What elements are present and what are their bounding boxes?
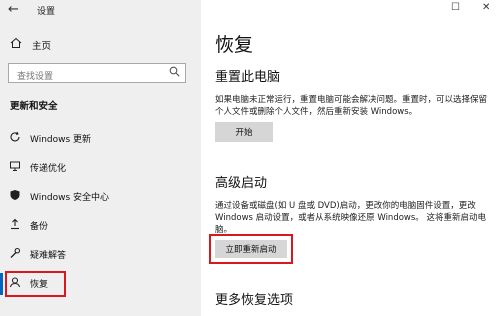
troubleshoot-icon bbox=[8, 247, 22, 262]
backup-icon bbox=[8, 218, 22, 233]
sidebar-item-recovery[interactable]: 恢复 bbox=[0, 269, 201, 298]
sidebar-item-home[interactable]: 主页 bbox=[10, 37, 51, 52]
sidebar-nav: Windows 更新 传递优化 Windows 安全中心 备份 疑难解答 恢复 bbox=[0, 124, 201, 298]
delivery-optimization-icon bbox=[8, 160, 22, 175]
active-indicator bbox=[0, 273, 3, 295]
close-icon[interactable]: ✕ bbox=[482, 2, 490, 13]
windows-security-icon bbox=[8, 189, 22, 204]
sidebar: ← 设置 主页 更新和安全 Windows 更新 传递优化 bbox=[0, 0, 201, 316]
sidebar-item-label: 主页 bbox=[32, 40, 52, 52]
sidebar-item-label: 传递优化 bbox=[30, 164, 67, 174]
window-title: 设置 bbox=[37, 7, 56, 17]
reset-heading: 重置此电脑 bbox=[215, 70, 281, 85]
sidebar-item-windows-update[interactable]: Windows 更新 bbox=[0, 124, 201, 153]
advanced-startup-heading: 高级启动 bbox=[215, 176, 268, 191]
sidebar-item-label: 备份 bbox=[30, 222, 49, 232]
sidebar-item-windows-security[interactable]: Windows 安全中心 bbox=[0, 182, 201, 211]
advanced-startup-description: 通过设备或磁盘(如 U 盘或 DVD)启动，更改你的电脑固件设置，更改 Wind… bbox=[215, 201, 486, 235]
highlight-box bbox=[5, 271, 66, 297]
reset-description: 如果电脑未正常运行，重置电脑可能会解决问题。重置时，可以选择保留个人文件或删除个… bbox=[215, 95, 488, 117]
search-icon[interactable] bbox=[169, 66, 180, 80]
sidebar-item-label: Windows 安全中心 bbox=[30, 193, 110, 203]
search-input[interactable] bbox=[15, 71, 169, 83]
sidebar-item-label: 疑难解答 bbox=[30, 251, 67, 261]
sidebar-item-label: Windows 更新 bbox=[30, 135, 92, 145]
maximize-icon[interactable]: ☐ bbox=[451, 2, 460, 13]
home-icon bbox=[10, 37, 22, 52]
highlight-box bbox=[209, 234, 293, 264]
page-title: 恢复 bbox=[215, 34, 254, 56]
section-title: 更新和安全 bbox=[10, 101, 58, 112]
windows-update-icon bbox=[8, 131, 22, 146]
sidebar-item-backup[interactable]: 备份 bbox=[0, 211, 201, 240]
sidebar-item-troubleshoot[interactable]: 疑难解答 bbox=[0, 240, 201, 269]
back-arrow-icon[interactable]: ← bbox=[8, 2, 19, 17]
sidebar-item-delivery-optimization[interactable]: 传递优化 bbox=[0, 153, 201, 182]
reset-start-button[interactable]: 开始 bbox=[215, 122, 273, 142]
main-content: 恢复 重置此电脑 如果电脑未正常运行，重置电脑可能会解决问题。重置时，可以选择保… bbox=[201, 0, 500, 316]
more-recovery-heading: 更多恢复选项 bbox=[215, 293, 294, 308]
search-box[interactable] bbox=[8, 63, 186, 83]
